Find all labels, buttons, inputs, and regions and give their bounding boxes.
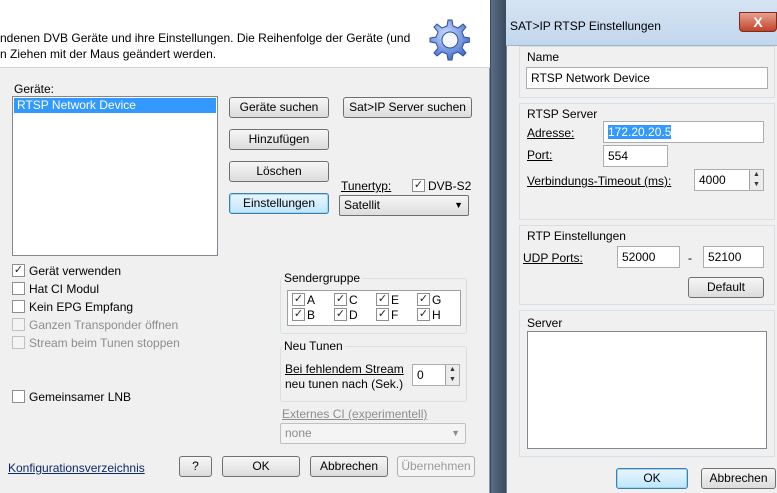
port-label: Port: xyxy=(527,148,553,162)
tuner-type-value: Satellit xyxy=(344,198,381,212)
retune-label-line1: Bei fehlendem Stream xyxy=(285,362,404,376)
group-f-checkbox[interactable]: ✓ xyxy=(376,308,389,321)
port-field[interactable]: 554 xyxy=(603,145,668,167)
group-f-label: F xyxy=(391,308,399,322)
no-epg-label: Kein EPG Empfang xyxy=(29,300,134,314)
add-button[interactable]: Hinzufügen xyxy=(229,129,329,150)
shared-lnb-label: Gemeinsamer LNB xyxy=(29,390,132,404)
address-value: 172.20.20.5 xyxy=(608,125,672,139)
help-button[interactable]: ? xyxy=(179,456,212,477)
description-line-2: n Ziehen mit der Maus geändert werden. xyxy=(0,47,217,61)
spin-down-icon[interactable]: ▼ xyxy=(749,180,763,190)
group-b-label: B xyxy=(307,308,316,322)
apply-button: Übernehmen xyxy=(397,456,475,477)
dvbs2-checkbox[interactable]: ✓ xyxy=(412,179,425,192)
ci-module-checkbox[interactable] xyxy=(12,282,25,295)
dvbs2-label: DVB-S2 xyxy=(428,179,472,193)
ok-button[interactable]: OK xyxy=(616,468,688,489)
title-bar[interactable]: SAT>IP RTSP Einstellungen xyxy=(506,0,777,46)
use-device-checkbox[interactable]: ✓ xyxy=(12,264,25,277)
timeout-label: Verbindungs-Timeout (ms): xyxy=(527,174,672,188)
use-device-label: Gerät verwenden xyxy=(29,264,122,278)
group-g-label: G xyxy=(432,293,442,307)
spin-up-icon[interactable]: ▲ xyxy=(445,365,459,375)
full-transponder-label: Ganzen Transponder öffnen xyxy=(29,318,179,332)
stop-stream-label: Stream beim Tunen stoppen xyxy=(29,336,180,350)
external-ci-select: none ▼ xyxy=(280,423,466,444)
shared-lnb-checkbox[interactable] xyxy=(12,390,25,403)
dialog-header: ndenen DVB Geräte und ihre Einstellungen… xyxy=(0,0,490,68)
retune-value: 0 xyxy=(417,368,424,382)
group-d-checkbox[interactable]: ✓ xyxy=(334,308,347,321)
group-h-label: H xyxy=(432,308,441,322)
default-button[interactable]: Default xyxy=(688,277,764,298)
spin-up-icon[interactable]: ▲ xyxy=(749,170,763,180)
udp-range-dash: - xyxy=(688,251,692,265)
udp-port-to-field[interactable]: 52100 xyxy=(703,246,764,268)
server-title: Server xyxy=(527,316,563,330)
full-transponder-checkbox xyxy=(12,318,25,331)
tuner-type-select[interactable]: Satellit ▼ xyxy=(339,195,469,216)
gear-icon xyxy=(429,19,470,61)
no-epg-checkbox[interactable] xyxy=(12,300,25,313)
name-label: Name xyxy=(527,50,560,64)
config-directory-link[interactable]: Konfigurationsverzeichnis xyxy=(8,461,145,475)
group-h-checkbox[interactable]: ✓ xyxy=(417,308,430,321)
timeout-value: 4000 xyxy=(699,173,726,187)
retune-label-line2: neu tunen nach (Sek.) xyxy=(285,377,404,391)
description-line-1: ndenen DVB Geräte und ihre Einstellungen… xyxy=(0,31,411,45)
group-e-checkbox[interactable]: ✓ xyxy=(376,293,389,306)
group-c-label: C xyxy=(349,293,358,307)
satip-search-button[interactable]: Sat>IP Server suchen xyxy=(343,97,472,118)
rtp-title: RTP Einstellungen xyxy=(527,229,626,243)
name-field[interactable]: RTSP Network Device xyxy=(526,67,768,89)
stop-stream-checkbox xyxy=(12,336,25,349)
chevron-down-icon: ▼ xyxy=(454,200,463,210)
sendergruppe-title: Sendergruppe xyxy=(282,271,363,285)
ok-button[interactable]: OK xyxy=(222,456,300,477)
external-ci-value: none xyxy=(285,426,312,440)
group-c-checkbox[interactable]: ✓ xyxy=(334,293,347,306)
group-e-label: E xyxy=(391,293,400,307)
neu-tunen-title: Neu Tunen xyxy=(282,339,345,353)
tuner-type-label: Tunertyp: xyxy=(341,179,392,193)
server-list[interactable] xyxy=(527,331,767,449)
chevron-down-icon: ▼ xyxy=(451,428,460,438)
settings-button[interactable]: Einstellungen xyxy=(229,193,329,214)
address-field[interactable]: 172.20.20.5 xyxy=(603,121,764,143)
devices-list[interactable]: RTSP Network Device xyxy=(12,96,218,256)
group-a-label: A xyxy=(307,293,316,307)
delete-button[interactable]: Löschen xyxy=(229,161,329,182)
group-b-checkbox[interactable]: ✓ xyxy=(292,308,305,321)
udp-ports-label: UDP Ports: xyxy=(523,251,583,265)
spin-down-icon[interactable]: ▼ xyxy=(445,375,459,385)
dialog-title: SAT>IP RTSP Einstellungen xyxy=(510,19,661,33)
timeout-stepper[interactable]: 4000 ▲ ▼ xyxy=(694,169,764,191)
group-a-checkbox[interactable]: ✓ xyxy=(292,293,305,306)
close-icon[interactable]: X xyxy=(739,12,777,32)
address-label: Adresse: xyxy=(527,126,575,140)
background-window-edge xyxy=(491,0,506,493)
list-item[interactable]: RTSP Network Device xyxy=(14,98,216,113)
group-d-label: D xyxy=(349,308,358,322)
udp-port-from-field[interactable]: 52000 xyxy=(617,246,680,268)
cancel-button[interactable]: Abbrechen xyxy=(701,468,776,489)
search-devices-button[interactable]: Geräte suchen xyxy=(229,97,329,118)
group-g-checkbox[interactable]: ✓ xyxy=(417,293,430,306)
ci-module-label: Hat CI Modul xyxy=(29,282,100,296)
rtsp-server-title: RTSP Server xyxy=(527,107,598,121)
devices-label: Geräte: xyxy=(14,82,55,96)
cancel-button[interactable]: Abbrechen xyxy=(310,456,388,477)
retune-seconds-stepper[interactable]: 0 ▲ ▼ xyxy=(412,364,460,386)
external-ci-label: Externes CI (experimentell) xyxy=(282,407,428,421)
